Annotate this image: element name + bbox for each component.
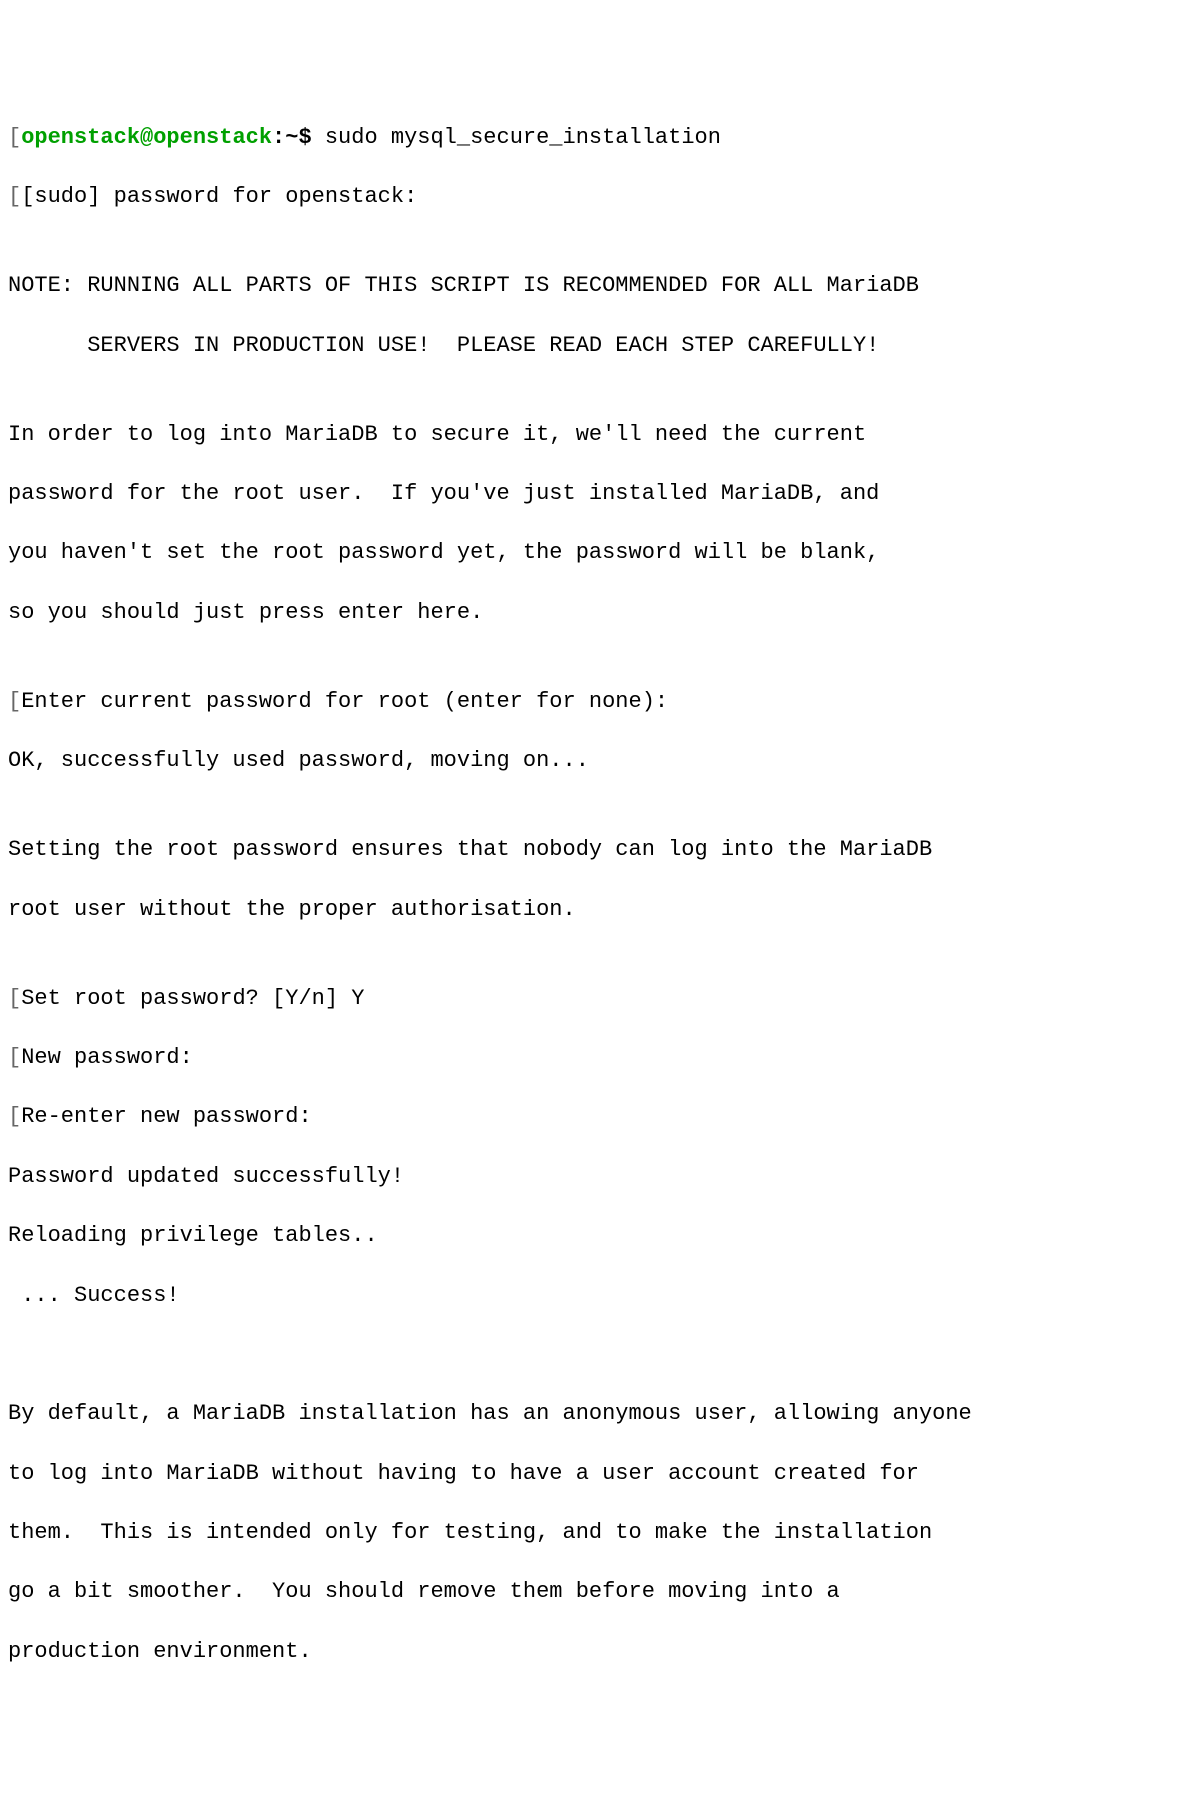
- output-line: By default, a MariaDB installation has a…: [8, 1399, 1194, 1429]
- output-line: In order to log into MariaDB to secure i…: [8, 420, 1194, 450]
- output-line: production environment.: [8, 1637, 1194, 1667]
- prompt-sigil: $: [298, 125, 311, 150]
- output-line: NOTE: RUNNING ALL PARTS OF THIS SCRIPT I…: [8, 271, 1194, 301]
- bracket-icon: [: [8, 184, 21, 209]
- output-line: Setting the root password ensures that n…: [8, 835, 1194, 865]
- output-line: Reloading privilege tables..: [8, 1221, 1194, 1251]
- sudo-password-prompt[interactable]: [[sudo] password for openstack:: [8, 182, 1194, 212]
- prompt-user-host: openstack@openstack: [21, 125, 272, 150]
- output-line: go a bit smoother. You should remove the…: [8, 1577, 1194, 1607]
- prompt-line[interactable]: [openstack@openstack:~$ sudo mysql_secur…: [8, 123, 1194, 153]
- enter-password-prompt[interactable]: [Enter current password for root (enter …: [8, 687, 1194, 717]
- terminal-output: [openstack@openstack:~$ sudo mysql_secur…: [8, 123, 1194, 1667]
- output-line: Password updated successfully!: [8, 1162, 1194, 1192]
- output-line: you haven't set the root password yet, t…: [8, 538, 1194, 568]
- output-line: them. This is intended only for testing,…: [8, 1518, 1194, 1548]
- prompt-separator: :: [272, 125, 285, 150]
- output-line: ... Success!: [8, 1281, 1194, 1311]
- bracket-icon: [: [8, 689, 21, 714]
- reenter-password-prompt[interactable]: [Re-enter new password:: [8, 1102, 1194, 1132]
- output-line: to log into MariaDB without having to ha…: [8, 1459, 1194, 1489]
- output-line: OK, successfully used password, moving o…: [8, 746, 1194, 776]
- output-line: password for the root user. If you've ju…: [8, 479, 1194, 509]
- new-password-prompt[interactable]: [New password:: [8, 1043, 1194, 1073]
- bracket-icon: [: [8, 1104, 21, 1129]
- set-root-prompt[interactable]: [Set root password? [Y/n] Y: [8, 984, 1194, 1014]
- command-text: sudo mysql_secure_installation: [325, 125, 721, 150]
- bracket-icon: [: [8, 125, 21, 150]
- output-line: root user without the proper authorisati…: [8, 895, 1194, 925]
- output-line: SERVERS IN PRODUCTION USE! PLEASE READ E…: [8, 331, 1194, 361]
- output-line: so you should just press enter here.: [8, 598, 1194, 628]
- prompt-path: ~: [285, 125, 298, 150]
- bracket-icon: [: [8, 1045, 21, 1070]
- bracket-icon: [: [8, 986, 21, 1011]
